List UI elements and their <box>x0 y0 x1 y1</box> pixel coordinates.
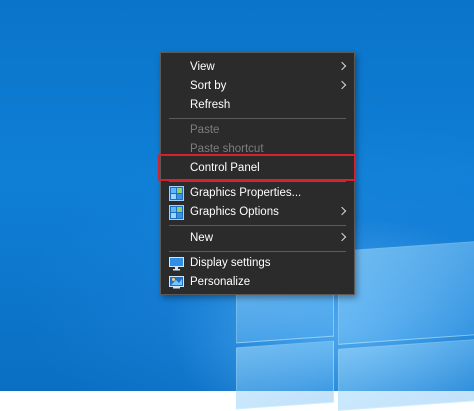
windows-logo-pane-bottom-left <box>236 340 334 410</box>
menu-item-sort-by[interactable]: Sort by <box>161 77 354 96</box>
intel-graphics-icon <box>169 186 184 201</box>
menu-item-display-settings[interactable]: Display settings <box>161 254 354 273</box>
chevron-right-icon <box>337 206 347 216</box>
menu-item-personalize[interactable]: Personalize <box>161 273 354 292</box>
display-settings-icon <box>169 257 184 271</box>
menu-item-label: Graphics Options <box>190 206 279 218</box>
menu-item-paste[interactable]: Paste <box>161 121 354 140</box>
chevron-right-icon <box>337 80 347 90</box>
menu-item-view[interactable]: View <box>161 58 354 77</box>
personalize-icon <box>169 276 184 289</box>
menu-item-label: View <box>190 61 215 73</box>
menu-item-graphics-options[interactable]: Graphics Options <box>161 203 354 222</box>
chevron-right-icon <box>337 232 347 242</box>
menu-separator <box>169 118 346 119</box>
menu-separator <box>169 251 346 252</box>
chevron-right-icon <box>337 61 347 71</box>
highlight-box <box>158 154 356 181</box>
menu-item-label: Personalize <box>190 276 251 288</box>
windows-logo-pane-top-right <box>338 241 474 345</box>
intel-graphics-icon <box>169 205 184 220</box>
menu-item-label: Graphics Properties... <box>190 187 302 199</box>
menu-item-graphics-properties[interactable]: Graphics Properties... <box>161 184 354 203</box>
menu-item-refresh[interactable]: Refresh <box>161 96 354 115</box>
menu-item-label: Refresh <box>190 99 231 111</box>
menu-separator <box>169 181 346 182</box>
menu-item-label: Display settings <box>190 257 271 269</box>
menu-item-new[interactable]: New <box>161 229 354 248</box>
menu-item-label: Paste <box>190 124 220 136</box>
menu-item-label: Sort by <box>190 80 227 92</box>
menu-item-label: New <box>190 232 214 244</box>
menu-separator <box>169 225 346 226</box>
windows-logo-pane-bottom-right <box>338 339 474 411</box>
